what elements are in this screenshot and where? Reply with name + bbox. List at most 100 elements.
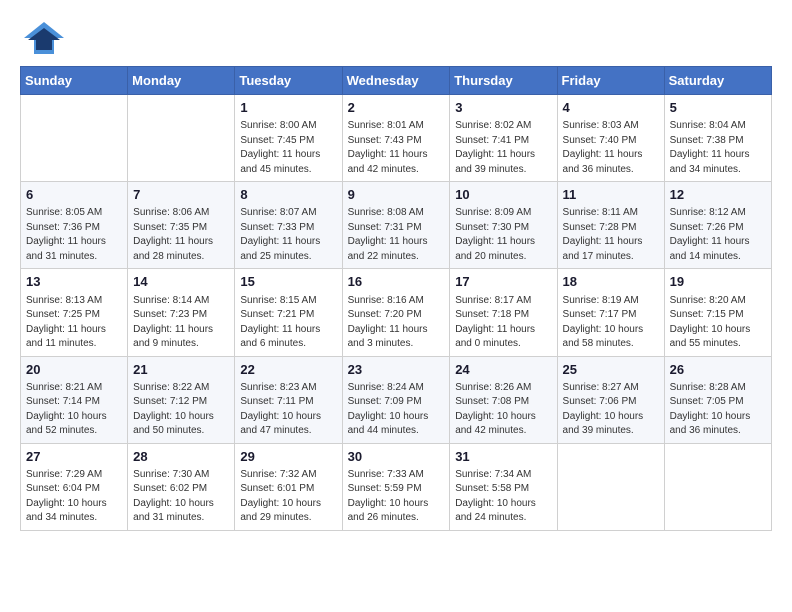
day-info: Sunrise: 8:23 AM Sunset: 7:11 PM Dayligh… [240,381,336,439]
day-info: Sunrise: 8:05 AM Sunset: 7:36 PM Dayligh… [26,206,122,264]
day-number: 26 [670,361,766,379]
calendar-cell [21,95,128,182]
day-info: Sunrise: 8:01 AM Sunset: 7:43 PM Dayligh… [348,119,445,177]
day-info: Sunrise: 8:02 AM Sunset: 7:41 PM Dayligh… [455,119,551,177]
day-info: Sunrise: 8:12 AM Sunset: 7:26 PM Dayligh… [670,206,766,264]
day-number: 13 [26,273,122,291]
calendar-cell: 28 Sunrise: 7:30 AM Sunset: 6:02 PM Dayli… [128,443,235,530]
day-info: Sunrise: 8:26 AM Sunset: 7:08 PM Dayligh… [455,381,551,439]
day-header-sunday: Sunday [21,67,128,95]
day-info: Sunrise: 8:27 AM Sunset: 7:06 PM Dayligh… [563,381,659,439]
day-info: Sunrise: 8:24 AM Sunset: 7:09 PM Dayligh… [348,381,445,439]
calendar-header-row: SundayMondayTuesdayWednesdayThursdayFrid… [21,67,772,95]
calendar-cell: 29 Sunrise: 7:32 AM Sunset: 6:01 PM Dayli… [235,443,342,530]
calendar-cell: 25Sunrise: 8:27 AM Sunset: 7:06 PM Dayli… [557,356,664,443]
day-number: 17 [455,273,551,291]
calendar-cell: 18 Sunrise: 8:19 AM Sunset: 7:17 PM Dayli… [557,269,664,356]
calendar-cell: 11 Sunrise: 8:11 AM Sunset: 7:28 PM Dayli… [557,182,664,269]
day-number: 14 [133,273,229,291]
day-info: Sunrise: 7:30 AM Sunset: 6:02 PM Dayligh… [133,468,229,526]
calendar-cell [128,95,235,182]
day-info: Sunrise: 8:20 AM Sunset: 7:15 PM Dayligh… [670,294,766,352]
calendar-week-1: 6 Sunrise: 8:05 AM Sunset: 7:36 PM Daylig… [21,182,772,269]
calendar-cell: 9Sunrise: 8:08 AM Sunset: 7:31 PM Daylig… [342,182,450,269]
calendar-cell: 24 Sunrise: 8:26 AM Sunset: 7:08 PM Dayli… [450,356,557,443]
day-number: 19 [670,273,766,291]
day-info: Sunrise: 8:04 AM Sunset: 7:38 PM Dayligh… [670,119,766,177]
calendar-cell: 7 Sunrise: 8:06 AM Sunset: 7:35 PM Daylig… [128,182,235,269]
calendar-cell: 1Sunrise: 8:00 AM Sunset: 7:45 PM Daylig… [235,95,342,182]
calendar-cell: 17 Sunrise: 8:17 AM Sunset: 7:18 PM Dayli… [450,269,557,356]
day-info: Sunrise: 8:06 AM Sunset: 7:35 PM Dayligh… [133,206,229,264]
calendar-cell [664,443,771,530]
day-header-thursday: Thursday [450,67,557,95]
calendar-cell: 14 Sunrise: 8:14 AM Sunset: 7:23 PM Dayli… [128,269,235,356]
day-header-friday: Friday [557,67,664,95]
day-info: Sunrise: 8:28 AM Sunset: 7:05 PM Dayligh… [670,381,766,439]
page-header [20,20,772,56]
day-info: Sunrise: 8:21 AM Sunset: 7:14 PM Dayligh… [26,381,122,439]
day-number: 31 [455,448,551,466]
day-info: Sunrise: 7:34 AM Sunset: 5:58 PM Dayligh… [455,468,551,526]
day-number: 9 [348,186,445,204]
calendar-cell: 21 Sunrise: 8:22 AM Sunset: 7:12 PM Dayli… [128,356,235,443]
day-info: Sunrise: 8:07 AM Sunset: 7:33 PM Dayligh… [240,206,336,264]
day-info: Sunrise: 8:09 AM Sunset: 7:30 PM Dayligh… [455,206,551,264]
calendar-week-3: 20Sunrise: 8:21 AM Sunset: 7:14 PM Dayli… [21,356,772,443]
day-header-tuesday: Tuesday [235,67,342,95]
calendar-cell: 19 Sunrise: 8:20 AM Sunset: 7:15 PM Dayli… [664,269,771,356]
day-info: Sunrise: 8:16 AM Sunset: 7:20 PM Dayligh… [348,294,445,352]
calendar-table: SundayMondayTuesdayWednesdayThursdayFrid… [20,66,772,531]
calendar-week-2: 13 Sunrise: 8:13 AM Sunset: 7:25 PM Dayli… [21,269,772,356]
day-number: 18 [563,273,659,291]
calendar-cell: 16 Sunrise: 8:16 AM Sunset: 7:20 PM Dayli… [342,269,450,356]
day-info: Sunrise: 8:11 AM Sunset: 7:28 PM Dayligh… [563,206,659,264]
day-number: 1 [240,99,336,117]
day-number: 21 [133,361,229,379]
logo [20,20,72,56]
day-number: 16 [348,273,445,291]
calendar-cell: 6 Sunrise: 8:05 AM Sunset: 7:36 PM Daylig… [21,182,128,269]
day-number: 6 [26,186,122,204]
calendar-cell: 15 Sunrise: 8:15 AM Sunset: 7:21 PM Dayli… [235,269,342,356]
day-number: 3 [455,99,551,117]
calendar-cell: 12Sunrise: 8:12 AM Sunset: 7:26 PM Dayli… [664,182,771,269]
calendar-cell: 2 Sunrise: 8:01 AM Sunset: 7:43 PM Daylig… [342,95,450,182]
day-info: Sunrise: 8:13 AM Sunset: 7:25 PM Dayligh… [26,294,122,352]
day-number: 7 [133,186,229,204]
day-info: Sunrise: 7:33 AM Sunset: 5:59 PM Dayligh… [348,468,445,526]
calendar-cell: 22Sunrise: 8:23 AM Sunset: 7:11 PM Dayli… [235,356,342,443]
calendar-cell: 10 Sunrise: 8:09 AM Sunset: 7:30 PM Dayli… [450,182,557,269]
calendar-cell: 27Sunrise: 7:29 AM Sunset: 6:04 PM Dayli… [21,443,128,530]
day-info: Sunrise: 8:17 AM Sunset: 7:18 PM Dayligh… [455,294,551,352]
calendar-cell [557,443,664,530]
day-header-saturday: Saturday [664,67,771,95]
day-number: 2 [348,99,445,117]
calendar-cell: 8 Sunrise: 8:07 AM Sunset: 7:33 PM Daylig… [235,182,342,269]
calendar-cell: 20Sunrise: 8:21 AM Sunset: 7:14 PM Dayli… [21,356,128,443]
calendar-week-0: 1Sunrise: 8:00 AM Sunset: 7:45 PM Daylig… [21,95,772,182]
day-number: 24 [455,361,551,379]
day-info: Sunrise: 8:14 AM Sunset: 7:23 PM Dayligh… [133,294,229,352]
day-number: 30 [348,448,445,466]
day-info: Sunrise: 8:19 AM Sunset: 7:17 PM Dayligh… [563,294,659,352]
day-number: 10 [455,186,551,204]
calendar-cell: 26 Sunrise: 8:28 AM Sunset: 7:05 PM Dayli… [664,356,771,443]
calendar-cell: 13 Sunrise: 8:13 AM Sunset: 7:25 PM Dayli… [21,269,128,356]
logo-icon [20,20,68,56]
day-info: Sunrise: 8:22 AM Sunset: 7:12 PM Dayligh… [133,381,229,439]
day-number: 8 [240,186,336,204]
calendar-cell: 30 Sunrise: 7:33 AM Sunset: 5:59 PM Dayli… [342,443,450,530]
day-number: 15 [240,273,336,291]
day-number: 28 [133,448,229,466]
calendar-week-4: 27Sunrise: 7:29 AM Sunset: 6:04 PM Dayli… [21,443,772,530]
day-number: 11 [563,186,659,204]
calendar-cell: 23 Sunrise: 8:24 AM Sunset: 7:09 PM Dayli… [342,356,450,443]
day-header-monday: Monday [128,67,235,95]
calendar-cell: 3 Sunrise: 8:02 AM Sunset: 7:41 PM Daylig… [450,95,557,182]
day-info: Sunrise: 7:32 AM Sunset: 6:01 PM Dayligh… [240,468,336,526]
day-number: 23 [348,361,445,379]
calendar-cell: 4Sunrise: 8:03 AM Sunset: 7:40 PM Daylig… [557,95,664,182]
day-number: 29 [240,448,336,466]
day-info: Sunrise: 8:15 AM Sunset: 7:21 PM Dayligh… [240,294,336,352]
